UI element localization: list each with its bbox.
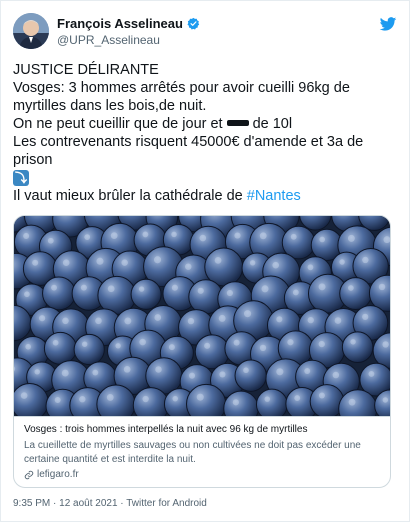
heavy-minus-emoji-icon: [226, 120, 249, 127]
card-text[interactable]: Vosges : trois hommes interpellés la nui…: [14, 416, 390, 487]
tweet-line: prison: [13, 152, 53, 168]
tweet-text: JUSTICE DÉLIRANTE Vosges: 3 hommes arrêt…: [13, 61, 401, 205]
avatar-portrait-icon: [13, 13, 49, 49]
tweet-line: myrtilles dans les bois,de nuit.: [13, 98, 207, 114]
verified-badge-icon: [187, 17, 200, 29]
tweet-line: On ne peut cueillir que de jour et de 10l: [13, 115, 401, 133]
tweet-line: ⤵: [13, 169, 401, 187]
hashtag-link[interactable]: #Nantes: [247, 188, 301, 204]
author-avatar[interactable]: [13, 13, 49, 49]
blueberries-photo-icon: [14, 216, 390, 416]
twitter-bird-icon[interactable]: [379, 15, 397, 33]
tweet-line-part: Il vaut mieux brûler la cathédrale de: [13, 188, 247, 204]
tweet-line-part: de 10l: [252, 116, 293, 132]
tweet-line-part: On ne peut cueillir que de jour et: [13, 116, 223, 132]
tweet-line-headline: JUSTICE DÉLIRANTE: [13, 62, 159, 78]
tweet-line: Vosges: 3 hommes arrêtés pour avoir cuei…: [13, 80, 350, 96]
author-handle[interactable]: @UPR_Asselineau: [57, 33, 160, 47]
tweet-line: Les contrevenants risquent 45000€ d'amen…: [13, 134, 364, 150]
card-description: La cueillette de myrtilles sauvages ou n…: [24, 440, 361, 465]
card-domain: lefigaro.fr: [37, 469, 79, 480]
link-icon: [24, 470, 34, 480]
arrow-down-emoji-icon: ⤵: [13, 170, 29, 187]
tweet-line: Il vaut mieux brûler la cathédrale de #N…: [13, 187, 401, 205]
tweet-timestamp[interactable]: 9:35 PM · 12 août 2021 · Twitter for And…: [13, 498, 207, 509]
tweet-container: François Asselineau @UPR_Asselineau JUST…: [0, 0, 410, 522]
card-domain-row: lefigaro.fr: [24, 468, 382, 482]
author-name-row: François Asselineau: [57, 15, 200, 31]
card-title[interactable]: Vosges : trois hommes interpellés la nui…: [24, 423, 382, 437]
link-card[interactable]: Vosges : trois hommes interpellés la nui…: [13, 215, 391, 488]
card-image[interactable]: [14, 216, 390, 416]
author-display-name[interactable]: François Asselineau: [57, 16, 183, 31]
